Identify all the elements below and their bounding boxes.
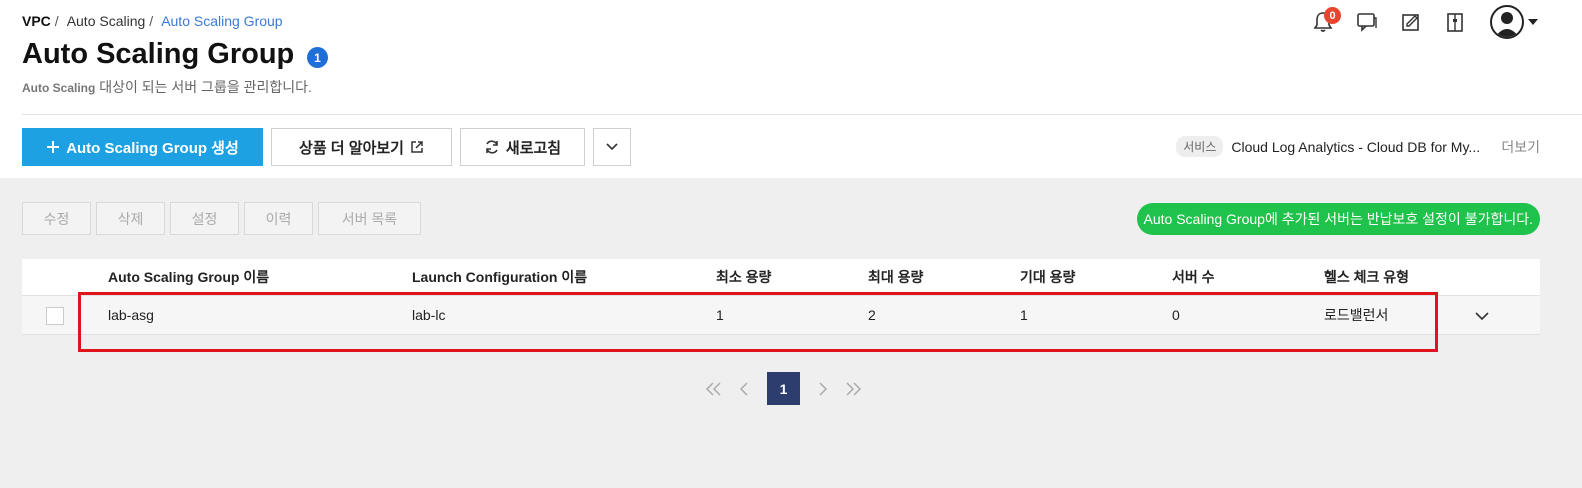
notification-button[interactable]: 0 xyxy=(1310,7,1341,37)
server-list-button[interactable]: 서버 목록 xyxy=(318,202,421,235)
more-actions-button[interactable] xyxy=(593,128,631,166)
page-title: Auto Scaling Group xyxy=(22,38,295,70)
toolbar: Auto Scaling Group 생성 상품 더 알아보기 새로고침 xyxy=(22,128,631,166)
prev-page-icon[interactable] xyxy=(735,380,753,398)
table-header: Auto Scaling Group 이름 Launch Configurati… xyxy=(22,259,1540,296)
edit-button[interactable]: 수정 xyxy=(22,202,91,235)
column-header-asg-name[interactable]: Auto Scaling Group 이름 xyxy=(108,259,269,295)
breadcrumb-separator: / xyxy=(54,13,59,29)
create-asg-button[interactable]: Auto Scaling Group 생성 xyxy=(22,128,263,166)
breadcrumb: VPC / Auto Scaling / Auto Scaling Group xyxy=(22,13,283,29)
create-asg-label: Auto Scaling Group 생성 xyxy=(66,139,239,157)
page-header: VPC / Auto Scaling / Auto Scaling Group … xyxy=(0,0,1582,178)
chat-icon xyxy=(1357,13,1377,32)
breadcrumb-vpc[interactable]: VPC xyxy=(22,13,51,29)
external-link-icon xyxy=(411,141,423,153)
plus-icon xyxy=(47,141,60,153)
service-more-link[interactable]: 더보기 xyxy=(1501,137,1540,157)
chat-button[interactable] xyxy=(1354,7,1380,37)
pagination: 1 xyxy=(705,372,862,405)
refresh-icon xyxy=(486,140,498,154)
history-button[interactable]: 이력 xyxy=(244,202,313,235)
related-services[interactable]: Cloud Log Analytics - Cloud DB for My... xyxy=(1231,139,1493,155)
delete-button[interactable]: 삭제 xyxy=(96,202,165,235)
subtitle-text: 대상이 되는 서버 그룹을 관리합니다. xyxy=(95,79,312,95)
docs-button[interactable] xyxy=(1442,7,1468,37)
notification-count: 0 xyxy=(1324,7,1341,24)
action-bar: 수정 삭제 설정 이력 서버 목록 xyxy=(22,202,421,235)
edit-note-icon xyxy=(1402,14,1419,31)
user-menu[interactable] xyxy=(1490,5,1538,39)
group-count-badge: 1 xyxy=(307,47,328,68)
settings-button[interactable]: 설정 xyxy=(170,202,239,235)
column-header-launch-config[interactable]: Launch Configuration 이름 xyxy=(412,259,587,295)
next-page-icon[interactable] xyxy=(814,380,832,398)
chevron-down-icon xyxy=(606,143,618,151)
document-icon xyxy=(1447,13,1463,32)
highlight-box xyxy=(78,292,1438,352)
column-header-desired-capacity[interactable]: 기대 용량 xyxy=(1020,259,1075,295)
column-header-server-count[interactable]: 서버 수 xyxy=(1172,259,1215,295)
learn-more-label: 상품 더 알아보기 xyxy=(299,139,404,157)
row-checkbox[interactable] xyxy=(46,307,64,325)
learn-more-button[interactable]: 상품 더 알아보기 xyxy=(271,128,452,166)
refresh-button[interactable]: 새로고침 xyxy=(460,128,585,166)
last-page-icon[interactable] xyxy=(844,380,862,398)
page-subtitle: Auto Scaling 대상이 되는 서버 그룹을 관리합니다. xyxy=(22,77,312,97)
breadcrumb-current[interactable]: Auto Scaling Group xyxy=(161,13,282,29)
expand-row-icon[interactable] xyxy=(1474,308,1490,324)
subtitle-strong: Auto Scaling xyxy=(22,81,96,95)
breadcrumb-separator: / xyxy=(149,13,154,29)
chevron-down-icon xyxy=(1528,19,1538,25)
memo-button[interactable] xyxy=(1398,7,1424,37)
notice-banner: Auto Scaling Group에 추가된 서버는 반납보호 설정이 불가합… xyxy=(1136,203,1540,235)
first-page-icon[interactable] xyxy=(705,380,723,398)
service-tag: 서비스 xyxy=(1176,136,1224,157)
breadcrumb-auto-scaling[interactable]: Auto Scaling xyxy=(67,13,146,29)
avatar xyxy=(1490,5,1524,39)
column-header-max-capacity[interactable]: 최대 용량 xyxy=(868,259,923,295)
header-divider xyxy=(22,114,1582,115)
user-icon xyxy=(1495,12,1519,37)
column-header-min-capacity[interactable]: 최소 용량 xyxy=(716,259,771,295)
column-header-health-check[interactable]: 헬스 체크 유형 xyxy=(1324,259,1409,295)
service-info: 서비스 Cloud Log Analytics - Cloud DB for M… xyxy=(1176,136,1540,157)
refresh-label: 새로고침 xyxy=(505,139,562,157)
page-number-current[interactable]: 1 xyxy=(767,372,800,405)
top-icons: 0 xyxy=(1310,5,1538,39)
